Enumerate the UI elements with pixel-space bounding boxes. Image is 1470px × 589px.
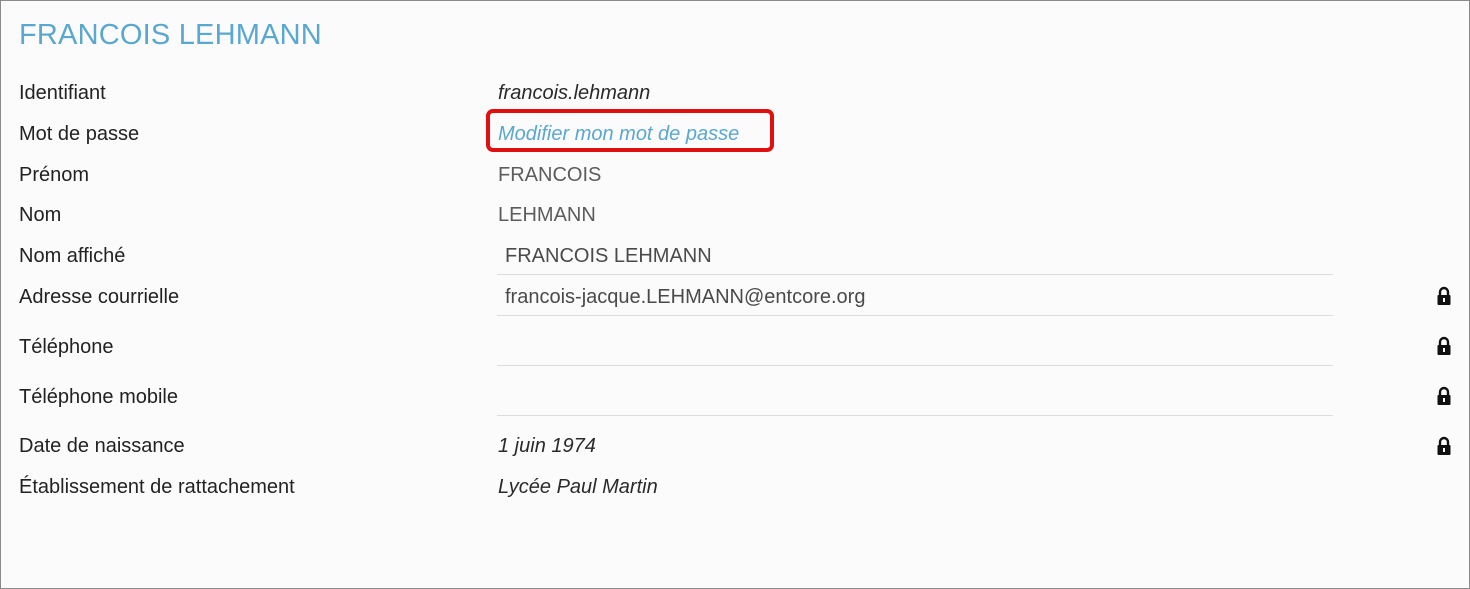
value-prenom: FRANCOIS xyxy=(498,164,602,186)
label-nom: Nom xyxy=(19,204,62,226)
label-etablissement: Établissement de rattachement xyxy=(19,476,295,498)
label-nom-affiche: Nom affiché xyxy=(19,245,126,267)
label-naissance: Date de naissance xyxy=(19,435,185,457)
value-identifiant: francois.lehmann xyxy=(498,82,651,104)
label-mobile: Téléphone mobile xyxy=(19,386,178,408)
value-naissance: 1 juin 1974 xyxy=(498,435,596,457)
highlight-box xyxy=(486,109,774,152)
label-telephone: Téléphone xyxy=(19,336,114,358)
display-name-field[interactable]: FRANCOIS LEHMANN xyxy=(497,239,1333,275)
page-title: FRANCOIS LEHMANN xyxy=(19,19,322,51)
label-identifiant: Identifiant xyxy=(19,82,106,104)
label-prenom: Prénom xyxy=(19,164,90,186)
profile-panel: FRANCOIS LEHMANN Identifiant francois.le… xyxy=(0,0,1470,589)
lock-icon[interactable] xyxy=(1436,386,1452,406)
label-mot-de-passe: Mot de passe xyxy=(19,123,140,145)
mobile-field[interactable] xyxy=(497,380,1333,416)
lock-icon[interactable] xyxy=(1436,336,1452,356)
value-etablissement: Lycée Paul Martin xyxy=(498,476,658,498)
lock-icon[interactable] xyxy=(1436,436,1452,456)
label-adresse: Adresse courrielle xyxy=(19,286,180,308)
phone-field[interactable] xyxy=(497,330,1333,366)
value-nom: LEHMANN xyxy=(498,204,596,226)
lock-icon[interactable] xyxy=(1436,286,1452,306)
email-field[interactable]: francois-jacque.LEHMANN@entcore.org xyxy=(497,280,1333,316)
